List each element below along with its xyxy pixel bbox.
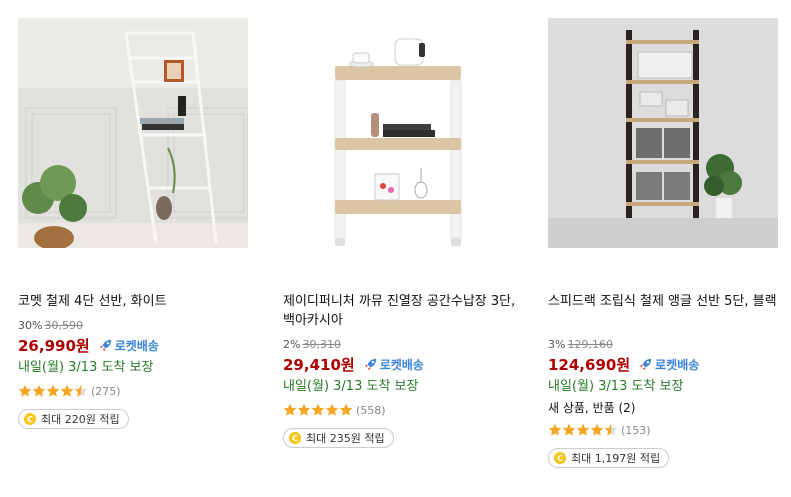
sale-price: 29,410원 [283,355,355,374]
rocket-badge: 로켓배송 [363,356,424,373]
star-rating [18,384,88,398]
review-count: (153) [621,423,651,437]
discount-row: 30% 30,590 [18,319,268,333]
rocket-badge: 로켓배송 [98,337,159,354]
product-card[interactable]: 스피드랙 조립식 철제 앵글 선반 5단, 블랙 3% 129,160 124,6… [548,0,791,468]
star-icon [548,423,562,436]
discount-row: 3% 129,160 [548,338,791,352]
rating-row: (558) [283,402,533,418]
product-card[interactable]: 코멧 철제 4단 선반, 화이트 30% 30,590 26,990원 로켓배송 … [18,0,268,429]
discount-row: 2% 30,310 [283,338,533,352]
shelf-black-rack-image [548,18,778,248]
rocket-icon [99,339,111,351]
points-badge: C 최대 220원 적립 [18,409,129,429]
original-price: 129,160 [567,338,613,351]
price-row: 124,690원 로켓배송 [548,354,791,374]
discount-rate: 30% [18,319,43,332]
original-price: 30,310 [302,338,341,351]
star-icon [604,423,618,436]
star-icon [325,403,339,416]
shelf-white-ladder-image [18,18,248,248]
points-label: 최대 1,197원 적립 [571,452,661,465]
review-count: (275) [91,384,121,398]
star-icon [283,403,297,416]
rocket-label: 로켓배송 [114,338,159,353]
star-icon [576,423,590,436]
rocket-badge: 로켓배송 [638,356,699,373]
rocket-icon [364,358,376,370]
rocket-icon [640,358,652,370]
discount-rate: 2% [283,338,301,351]
star-icon [590,423,604,436]
sale-price: 26,990원 [18,336,90,355]
product-card[interactable]: 제이디퍼니처 까뮤 진열장 공간수납장 3단, 백아카시아 2% 30,310 2… [283,0,533,448]
rocket-label: 로켓배송 [655,357,700,372]
original-price: 30,590 [44,319,83,332]
rating-row: (153) [548,422,791,438]
coin-icon: C [289,432,301,444]
star-icon [46,384,60,397]
star-icon [339,403,353,416]
points-label: 최대 235원 적립 [306,432,385,445]
discount-rate: 3% [548,338,566,351]
delivery-info: 내일(월) 3/13 도착 보장 [283,379,419,394]
review-count: (558) [356,403,386,417]
coin-icon: C [24,413,36,425]
coin-icon: C [554,452,566,464]
star-rating [283,403,353,417]
sale-price: 124,690원 [548,355,631,374]
shelf-wood-cabinet-image [283,18,513,248]
product-image[interactable] [283,18,513,248]
product-image[interactable] [548,18,778,248]
star-icon [311,403,325,416]
price-row: 26,990원 로켓배송 [18,335,268,355]
points-badge: C 최대 1,197원 적립 [548,448,670,468]
star-icon [297,403,311,416]
product-title[interactable]: 스피드랙 조립식 철제 앵글 선반 5단, 블랙 [548,292,788,330]
used-item-info[interactable]: 새 상품, 반품 (2) [548,400,791,416]
product-title[interactable]: 제이디퍼니처 까뮤 진열장 공간수납장 3단, 백아카시아 [283,292,523,330]
star-rating [548,423,618,437]
rocket-label: 로켓배송 [379,357,424,372]
star-icon [60,384,74,397]
delivery-info: 내일(월) 3/13 도착 보장 [18,360,154,375]
price-row: 29,410원 로켓배송 [283,354,533,374]
points-badge: C 최대 235원 적립 [283,428,394,448]
rating-row: (275) [18,383,268,399]
product-image[interactable] [18,18,248,248]
product-title[interactable]: 코멧 철제 4단 선반, 화이트 [18,292,258,311]
points-label: 최대 220원 적립 [41,413,120,426]
star-icon [74,384,88,397]
star-icon [562,423,576,436]
star-icon [18,384,32,397]
star-icon [32,384,46,397]
delivery-info: 내일(월) 3/13 도착 보장 [548,379,684,394]
